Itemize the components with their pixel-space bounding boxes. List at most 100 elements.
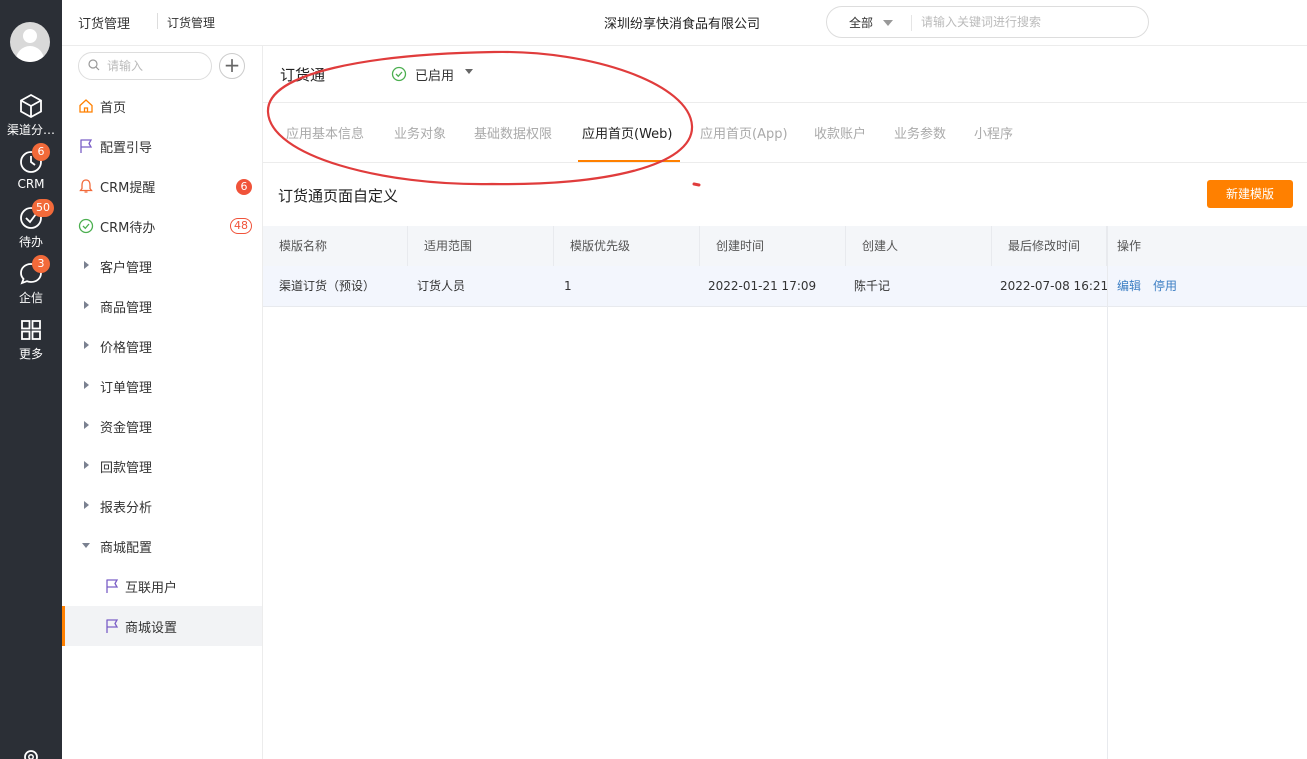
sidebar-item-crm-reminder[interactable]: CRM提醒 6: [62, 166, 262, 206]
caret-right-icon: [84, 461, 89, 469]
cell-created-at: 2022-01-21 17:09: [708, 279, 817, 293]
grid-icon: [21, 320, 41, 340]
reminder-badge: 6: [236, 179, 252, 195]
todo-badge: 48: [230, 218, 252, 234]
flag-icon: [106, 619, 119, 633]
cell-creator: 陈千记: [854, 279, 891, 293]
sidebar-item-label: CRM提醒: [100, 181, 156, 196]
chevron-down-icon[interactable]: [883, 20, 893, 26]
search-scope-select[interactable]: 全部: [849, 14, 873, 31]
crm-badge: 6: [32, 143, 50, 161]
column-header: 模版优先级: [554, 226, 700, 266]
todo-badge: 50: [32, 199, 54, 217]
rail-item-label: 企信: [18, 291, 43, 305]
table-row[interactable]: 渠道订货（预设） 订货人员 1 2022-01-21 17:09 陈千记 202…: [263, 266, 1307, 307]
column-header: 适用范围: [408, 226, 554, 266]
caret-right-icon: [84, 301, 89, 309]
rail-item-channel[interactable]: 渠道分…: [0, 93, 62, 138]
sidebar-item-crm-todo[interactable]: CRM待办 48: [62, 206, 262, 246]
breadcrumb-app[interactable]: 订货管理: [78, 13, 130, 32]
bell-icon: [79, 179, 93, 193]
active-tab-indicator: [578, 160, 680, 162]
sidebar-item-linked-users[interactable]: 互联用户: [62, 566, 262, 606]
edit-link[interactable]: 编辑: [1117, 279, 1141, 293]
check-circle-icon: [391, 66, 407, 82]
cell-priority: 1: [564, 279, 572, 293]
add-button[interactable]: +: [219, 53, 245, 79]
global-search-input[interactable]: [921, 11, 1141, 33]
section-title: 订货通页面自定义: [278, 187, 399, 205]
sidebar-item-label: 报表分析: [100, 501, 153, 516]
tab-basic-info[interactable]: 应用基本信息: [286, 123, 364, 142]
sidebar-item-label: 配置引导: [100, 141, 153, 156]
tab-business-objects[interactable]: 业务对象: [394, 123, 446, 142]
user-avatar[interactable]: [10, 22, 50, 62]
home-icon: [79, 99, 93, 113]
column-header: 创建人: [846, 226, 992, 266]
tab-bar: 应用基本信息 业务对象 基础数据权限 应用首页(Web) 应用首页(App) 收…: [263, 103, 1307, 163]
sidebar-item-pricing[interactable]: 价格管理: [62, 326, 262, 366]
column-header: 最后修改时间: [992, 226, 1107, 266]
sidebar-item-label: 商品管理: [100, 301, 153, 316]
tab-data-permissions[interactable]: 基础数据权限: [474, 123, 552, 142]
global-search: 全部: [826, 6, 1149, 38]
sidebar-item-customers[interactable]: 客户管理: [62, 246, 262, 286]
sidebar-item-label: 客户管理: [100, 261, 153, 276]
sidebar-item-payments[interactable]: 回款管理: [62, 446, 262, 486]
column-header: 模版名称: [263, 226, 408, 266]
cell-actions: 编辑 停用: [1101, 266, 1189, 306]
rail-item-crm[interactable]: 6 CRM: [0, 143, 62, 191]
sidebar-item-label: 回款管理: [100, 461, 153, 476]
flag-icon: [80, 139, 93, 153]
settings-icon[interactable]: [21, 745, 41, 759]
sidebar-item-orders[interactable]: 订单管理: [62, 366, 262, 406]
rail-item-label: 更多: [18, 347, 43, 361]
cell-template-name: 渠道订货（预设）: [279, 279, 376, 293]
table-header: 模版名称 适用范围 模版优先级 创建时间 创建人 最后修改时间 操作: [263, 226, 1307, 266]
rail-item-label: CRM: [17, 177, 45, 191]
rail-item-todo[interactable]: 50 待办: [0, 199, 62, 250]
tab-home-web[interactable]: 应用首页(Web): [582, 123, 673, 142]
cell-scope: 订货人员: [417, 279, 466, 293]
app-rail: 渠道分… 6 CRM 50 待办 3 企信 更多: [0, 0, 62, 759]
search-divider: [911, 15, 912, 31]
sidebar-item-config-guide[interactable]: 配置引导: [62, 126, 262, 166]
sidebar: + 首页 配置引导 CRM提醒 6 CRM待办 48 客户管理: [62, 46, 263, 759]
sidebar-item-products[interactable]: 商品管理: [62, 286, 262, 326]
column-header: 创建时间: [700, 226, 846, 266]
cube-icon: [20, 93, 42, 119]
rail-item-more[interactable]: 更多: [0, 317, 62, 362]
chevron-down-icon: [465, 69, 473, 74]
sidebar-item-home[interactable]: 首页: [62, 86, 262, 126]
disable-link[interactable]: 停用: [1153, 279, 1177, 293]
tab-business-params[interactable]: 业务参数: [894, 123, 946, 142]
check-circle-icon: [78, 218, 94, 234]
sidebar-item-label: 价格管理: [100, 341, 153, 356]
breadcrumb-page[interactable]: 订货管理: [167, 14, 215, 31]
rail-item-chat[interactable]: 3 企信: [0, 255, 62, 306]
tab-payment-accounts[interactable]: 收款账户: [814, 123, 866, 142]
sidebar-search-input[interactable]: [107, 56, 207, 76]
sidebar-item-funds[interactable]: 资金管理: [62, 406, 262, 446]
main-content: 订货通 已启用 应用基本信息 业务对象 基础数据权限 应用首页(Web) 应用首…: [263, 46, 1307, 759]
sidebar-item-label: 首页: [100, 101, 127, 116]
tab-mini-program[interactable]: 小程序: [974, 123, 1013, 142]
caret-right-icon: [84, 501, 89, 509]
cell-modified-at: 2022-07-08 16:21: [1000, 279, 1109, 293]
status-label: 已启用: [415, 69, 455, 84]
caret-right-icon: [84, 421, 89, 429]
flag-icon: [106, 579, 119, 593]
caret-right-icon: [84, 381, 89, 389]
search-icon: [88, 59, 100, 71]
rail-item-label: 渠道分…: [6, 123, 55, 137]
sidebar-search: [78, 52, 212, 80]
sidebar-item-reports[interactable]: 报表分析: [62, 486, 262, 526]
new-template-button[interactable]: 新建模版: [1207, 180, 1293, 208]
top-header: 订货管理 订货管理 深圳纷享快消食品有限公司 全部: [62, 0, 1307, 46]
sidebar-item-mall-config[interactable]: 商城配置: [62, 526, 262, 566]
tab-home-app[interactable]: 应用首页(App): [700, 123, 788, 142]
sidebar-item-label: 商城设置: [125, 621, 178, 636]
caret-down-icon: [82, 543, 90, 548]
caret-right-icon: [84, 341, 89, 349]
sidebar-item-mall-settings[interactable]: 商城设置: [62, 606, 262, 646]
